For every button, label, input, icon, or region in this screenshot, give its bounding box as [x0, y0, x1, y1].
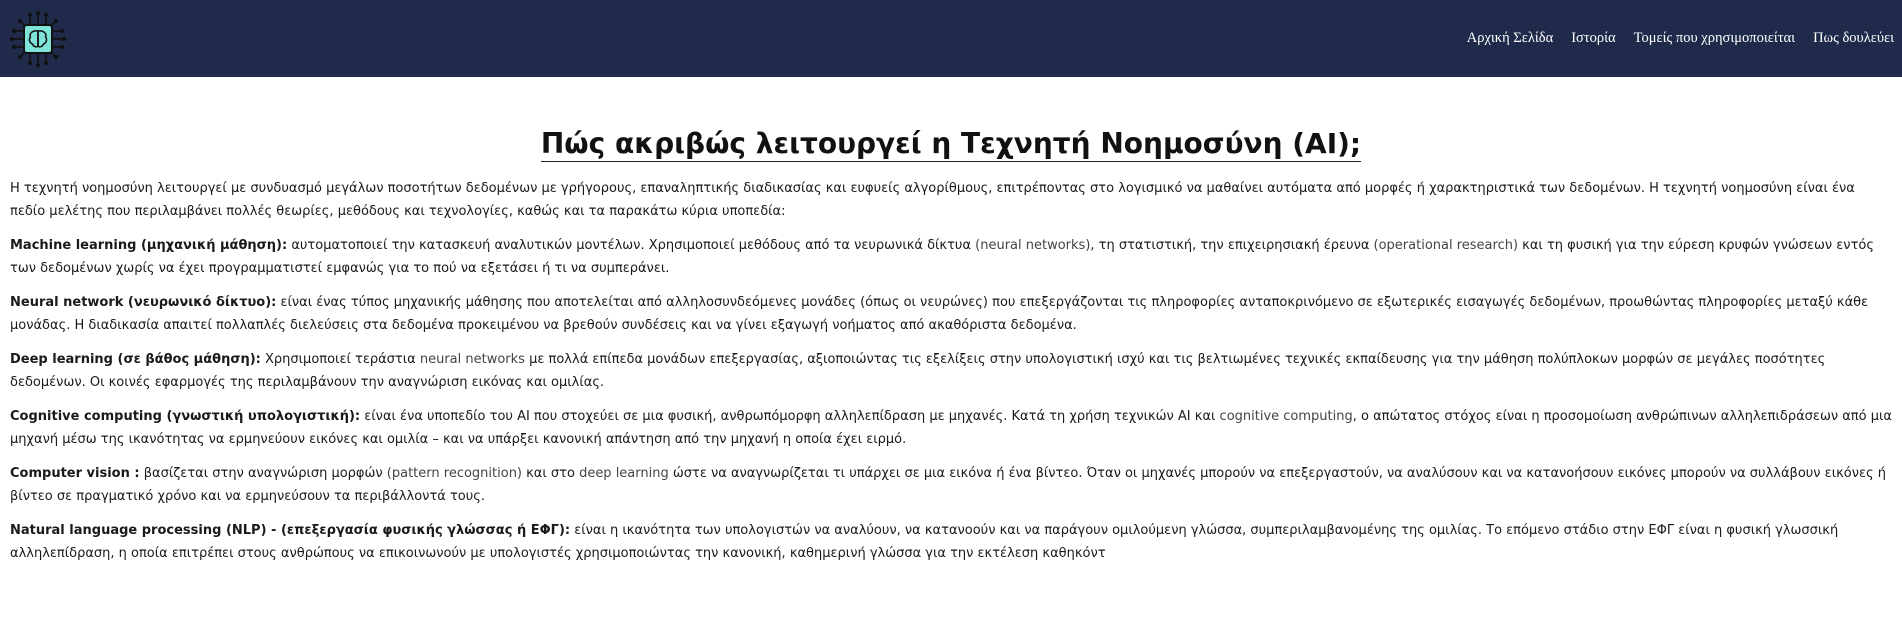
- nav-link-history[interactable]: Ιστορία: [1571, 30, 1615, 47]
- main-content: Πώς ακριβώς λειτουργεί η Τεχνητή Νοημοσύ…: [0, 123, 1902, 565]
- page-title-wrapper: Πώς ακριβώς λειτουργεί η Τεχνητή Νοημοσύ…: [10, 123, 1892, 162]
- section-computer-vision: Computer vision : βασίζεται στην αναγνώρ…: [10, 463, 1892, 508]
- nav-link-fields[interactable]: Τομείς που χρησιμοποιείται: [1634, 30, 1795, 47]
- nav-link-how-it-works[interactable]: Πως δουλεύει: [1813, 30, 1894, 47]
- term-neural-networks: (neural networks): [975, 238, 1091, 253]
- section-term: Cognitive computing (γνωστική υπολογιστι…: [10, 409, 361, 424]
- section-machine-learning: Machine learning (μηχανική μάθηση): αυτο…: [10, 235, 1892, 280]
- page-title: Πώς ακριβώς λειτουργεί η Τεχνητή Νοημοσύ…: [540, 127, 1362, 162]
- section-cognitive-computing: Cognitive computing (γνωστική υπολογιστι…: [10, 406, 1892, 451]
- nav-menu: Αρχική Σελίδα Ιστορία Τομείς που χρησιμο…: [1467, 30, 1894, 47]
- section-term: Natural language processing (NLP) - (επε…: [10, 523, 571, 538]
- section-text: βασίζεται στην αναγνώριση μορφών: [139, 466, 387, 481]
- section-term: Deep learning (σε βάθος μάθηση):: [10, 352, 261, 367]
- section-text: Χρησιμοποιεί τεράστια: [260, 352, 420, 367]
- term-cognitive-computing: cognitive computing: [1219, 409, 1353, 424]
- term-deep-learning: deep learning: [579, 466, 669, 481]
- section-text: αυτοματοποιεί την κατασκευή αναλυτικών μ…: [287, 238, 976, 253]
- section-term: Computer vision :: [10, 466, 140, 481]
- section-neural-network: Neural network (νευρωνικό δίκτυο): είναι…: [10, 292, 1892, 337]
- term-operational-research: (operational research): [1373, 238, 1519, 253]
- intro-paragraph: Η τεχνητή νοημοσύνη λειτουργεί με συνδυα…: [10, 181, 1855, 219]
- ai-brain-chip-logo[interactable]: [8, 9, 68, 69]
- navbar: Αρχική Σελίδα Ιστορία Τομείς που χρησιμο…: [0, 0, 1902, 77]
- section-term: Neural network (νευρωνικό δίκτυο):: [10, 295, 277, 310]
- term-pattern-recognition: (pattern recognition): [386, 466, 523, 481]
- term-neural-networks: neural networks: [419, 352, 525, 367]
- section-text: είναι ένας τύπος μηχανικής μάθησης που α…: [10, 295, 1869, 333]
- section-nlp: Natural language processing (NLP) - (επε…: [10, 520, 1892, 565]
- section-term: Machine learning (μηχανική μάθηση):: [10, 238, 288, 253]
- section-deep-learning: Deep learning (σε βάθος μάθηση): Χρησιμο…: [10, 349, 1892, 394]
- section-text: , τη στατιστική, την επιχειρησιακή έρευν…: [1090, 238, 1374, 253]
- section-text: είναι ένα υποπεδίο του AI που στοχεύει σ…: [360, 409, 1220, 424]
- section-text: και στο: [522, 466, 580, 481]
- nav-link-home[interactable]: Αρχική Σελίδα: [1467, 30, 1553, 47]
